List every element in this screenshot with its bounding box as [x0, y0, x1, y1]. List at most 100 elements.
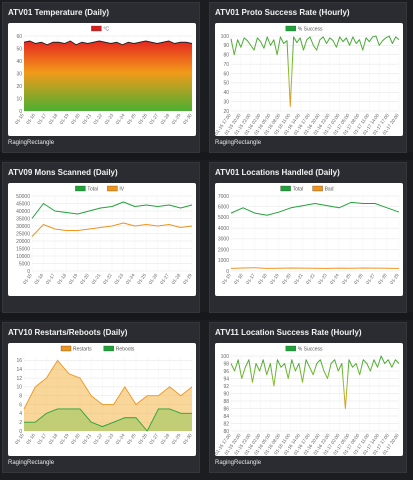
- panel-title: ATV11 Location Success Rate (Hourly): [215, 328, 362, 337]
- x-tick-label: 01-16: [25, 432, 36, 445]
- legend-label: Total: [87, 186, 98, 192]
- y-tick-label: 20000: [16, 239, 30, 245]
- x-tick-label: 01-21: [81, 112, 92, 125]
- chart-area: 80 82 84 86 88 90 92 94 96 98 100 01-15 17:00 01-15 …: [215, 343, 403, 456]
- y-tick-label: 90: [223, 43, 229, 49]
- panel-atv11-location-success: ATV11 Location Success Rate (Hourly) 80 8…: [209, 322, 407, 473]
- x-tick-label: 01-15: [14, 432, 25, 445]
- x-tick-label: 01-29: [182, 272, 193, 285]
- y-tick-label: 100: [221, 354, 230, 360]
- restarts-reboots-chart: 024681012141601-15 01-16 01-17 01-18 01-19 01…: [14, 345, 193, 445]
- chart-area: 20 30 40 50 60 70 80 90 100 01-15 17:00 01-15 20:0…: [215, 23, 403, 136]
- legend-label: Total: [293, 186, 304, 192]
- y-tick-label: 40: [223, 90, 229, 96]
- panel-footer: RagingRectangle: [8, 460, 55, 466]
- row-separator: [0, 152, 413, 160]
- x-tick-label: 01-17: [45, 272, 56, 285]
- temperature-chart: 010203040506001-15 01-16 01-17 01-18 01-19 01…: [14, 25, 193, 125]
- legend-swatch: [103, 345, 114, 352]
- x-tick-label: 01-23: [104, 112, 115, 125]
- y-tick-label: 20: [16, 84, 22, 90]
- y-tick-label: 60: [223, 71, 229, 77]
- x-tick-label: 01-25: [136, 272, 147, 285]
- legend-swatch: [91, 25, 102, 32]
- x-tick-label: 01-29: [171, 432, 182, 445]
- y-tick-label: 6000: [218, 205, 229, 211]
- x-tick-label: 01-17: [36, 112, 47, 125]
- x-tick-label: 01-27: [148, 432, 159, 445]
- x-tick-label: 01-23: [113, 272, 124, 285]
- panel-title: ATV09 Mons Scanned (Daily): [8, 168, 118, 177]
- y-tick-label: 98: [223, 361, 229, 367]
- y-tick-label: 10: [16, 96, 22, 102]
- x-tick-label: 01-21: [293, 272, 304, 285]
- mons-scanned-chart: 0500010000150002000025000300003500040000…: [16, 185, 193, 285]
- x-tick-label: 01-21: [91, 272, 102, 285]
- x-tick-label: 01-15: [22, 272, 33, 285]
- legend-swatch: [312, 185, 323, 192]
- y-tick-label: 80: [223, 53, 229, 59]
- x-tick-label: 01-30: [182, 112, 193, 125]
- y-tick-label: 8: [19, 394, 22, 400]
- y-tick-label: 50: [16, 46, 22, 52]
- x-tick-label: 01-15: [221, 272, 232, 285]
- x-tick-label: 01-27: [365, 272, 376, 285]
- x-tick-label: 01-18: [48, 432, 59, 445]
- y-tick-label: 30: [16, 71, 22, 77]
- x-tick-label: 01-19: [59, 112, 70, 125]
- legend-label: IV: [119, 186, 124, 192]
- x-tick-label: 01-16: [233, 272, 244, 285]
- y-tick-label: 90: [223, 391, 229, 397]
- y-tick-label: 4000: [218, 226, 229, 232]
- legend-swatch: [60, 345, 72, 352]
- y-tick-label: 86: [223, 406, 229, 412]
- y-tick-label: 2000: [218, 247, 229, 253]
- y-tick-label: 1000: [218, 258, 229, 264]
- legend-label: % Success: [298, 346, 323, 352]
- y-tick-label: 82: [223, 421, 229, 427]
- y-tick-label: 15000: [16, 246, 30, 252]
- y-tick-label: 2: [19, 420, 22, 426]
- y-tick-label: 16: [16, 358, 22, 364]
- y-tick-label: 7000: [218, 194, 229, 200]
- y-tick-label: 10: [16, 385, 22, 391]
- y-tick-label: 92: [223, 384, 229, 390]
- panel-atv01-locations-handled: ATV01 Locations Handled (Daily) 0 1000 200…: [209, 162, 407, 313]
- chart-area: 0 1000 2000 3000 4000 5000 6000 7000 01-15 01-16 0…: [215, 183, 403, 296]
- x-tick-label: 01-24: [115, 432, 126, 445]
- y-tick-label: 100: [221, 34, 230, 40]
- y-tick-label: 5000: [218, 215, 229, 221]
- y-tick-label: 50: [223, 81, 229, 87]
- location-success-chart: 8082848688909294969810001-15 17:0001-15 …: [215, 345, 400, 456]
- legend-swatch: [285, 345, 296, 352]
- x-tick-label: 01-21: [81, 432, 92, 445]
- y-tick-label: 50000: [16, 194, 30, 200]
- panel-atv01-temperature: ATV01 Temperature (Daily) 0 10 20 30 40 50 60 0…: [2, 2, 200, 153]
- panel-footer: RagingRectangle: [215, 460, 262, 466]
- x-tick-label: 01-28: [377, 272, 388, 285]
- x-tick-label: 01-16: [25, 112, 36, 125]
- y-tick-label: 40: [16, 59, 22, 65]
- x-tick-label: 01-17: [245, 272, 256, 285]
- legend-swatch: [285, 25, 296, 32]
- y-tick-label: 96: [223, 369, 229, 375]
- x-tick-label: 01-19: [59, 432, 70, 445]
- proto-success-chart: 203040506070809010001-15 17:0001-15 20:0…: [215, 25, 400, 136]
- y-tick-label: 25000: [16, 231, 30, 237]
- x-tick-label: 01-18: [257, 272, 268, 285]
- panel-atv09-mons-scanned: ATV09 Mons Scanned (Daily) 0 5000 10000 150…: [2, 162, 200, 313]
- panel-title: ATV01 Temperature (Daily): [8, 8, 110, 17]
- y-tick-label: 70: [223, 62, 229, 68]
- legend-label: Restarts: [73, 346, 92, 352]
- y-tick-label: 5000: [19, 261, 30, 267]
- y-tick-label: 30000: [16, 224, 30, 230]
- x-tick-label: 01-19: [68, 272, 79, 285]
- y-tick-label: 30: [223, 99, 229, 105]
- x-tick-label: 01-20: [70, 432, 81, 445]
- legend-label: Reboots: [116, 346, 135, 352]
- x-tick-label: 01-23: [317, 272, 328, 285]
- panel-title: ATV01 Proto Success Rate (Hourly): [215, 8, 350, 17]
- series-line: [230, 267, 400, 269]
- y-tick-label: 35000: [16, 216, 30, 222]
- x-tick-label: 01-26: [137, 112, 148, 125]
